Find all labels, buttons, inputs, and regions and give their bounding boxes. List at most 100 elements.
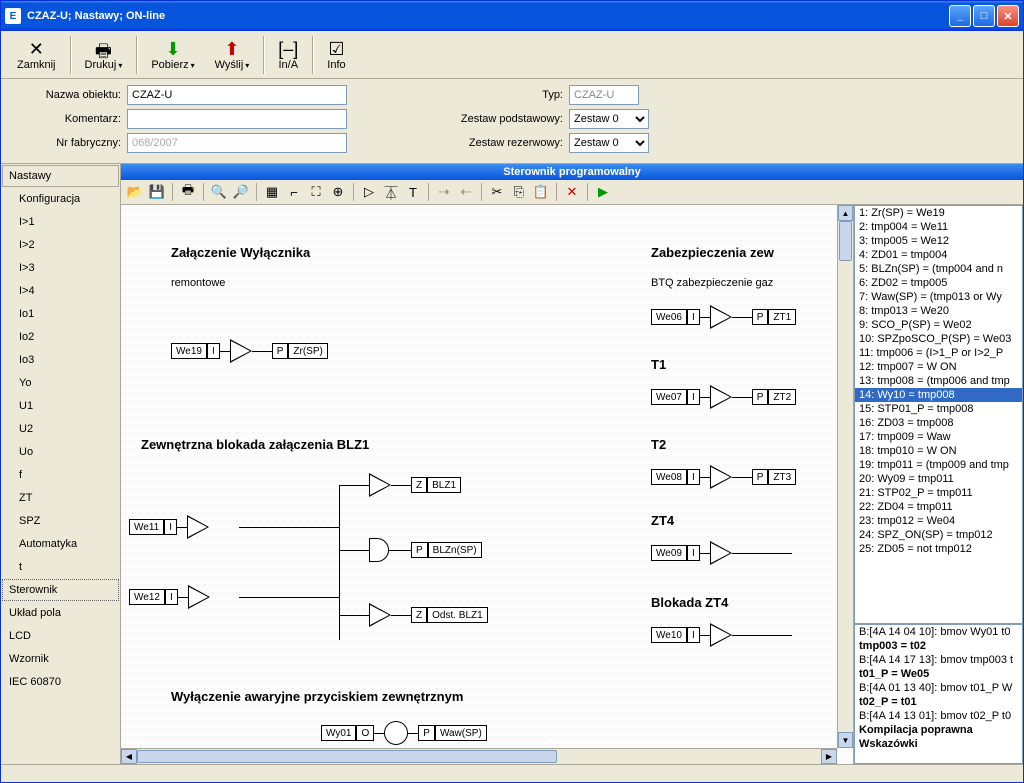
sidebar-category[interactable]: IEC 60870 [2, 671, 119, 693]
save-icon[interactable]: 💾 [147, 182, 167, 202]
sidebar-category[interactable]: Wzornik [2, 648, 119, 670]
gate-buffer[interactable] [369, 603, 391, 627]
scroll-right-icon[interactable]: ▶ [821, 749, 837, 764]
scroll-down-icon[interactable]: ▼ [838, 732, 853, 748]
block-we09[interactable]: We09I [651, 541, 792, 565]
zoom2-icon[interactable]: ⊕ [328, 182, 348, 202]
sidebar-item[interactable]: SPZ [2, 510, 119, 532]
out-blznsp[interactable]: PBLZn(SP) [411, 542, 482, 558]
link-icon[interactable]: ⇢ [434, 182, 454, 202]
maximize-button[interactable]: □ [973, 5, 995, 27]
block-we12[interactable]: We12I [129, 585, 210, 609]
code-line[interactable]: 21: STP02_P = tmp011 [855, 486, 1022, 500]
komentarz-input[interactable] [127, 109, 347, 129]
preview-icon[interactable]: 🔍 [209, 182, 229, 202]
sidebar-category[interactable]: Sterownik [2, 579, 119, 601]
unlink-icon[interactable]: ⇠ [456, 182, 476, 202]
code-line[interactable]: 5: BLZn(SP) = (tmp004 and n [855, 262, 1022, 276]
cut-icon[interactable]: ✂ [487, 182, 507, 202]
delete-icon[interactable]: ✕ [562, 182, 582, 202]
zp-select[interactable]: Zestaw 0 [569, 109, 649, 129]
block-wy01[interactable]: Wy01O PWaw(SP) [321, 721, 487, 745]
toolbar-pobierz[interactable]: ⬇Pobierz▾ [141, 33, 204, 77]
code-line[interactable]: 18: tmp010 = W ON [855, 444, 1022, 458]
scroll-thumb[interactable] [839, 221, 852, 261]
code-line[interactable]: 15: STP01_P = tmp008 [855, 402, 1022, 416]
block-we19[interactable]: We19I PZr(SP) [171, 339, 328, 363]
diagram-canvas[interactable]: Załączenie Wyłącznika remontowe Zabezpie… [121, 205, 837, 748]
zr-select[interactable]: Zestaw 0 [569, 133, 649, 153]
sidebar-item[interactable]: I>2 [2, 234, 119, 256]
play-icon[interactable]: ▷ [359, 182, 379, 202]
sidebar-item[interactable]: Yo [2, 372, 119, 394]
code-line[interactable]: 19: tmp011 = (tmp009 and tmp [855, 458, 1022, 472]
block-we08[interactable]: We08I PZT3 [651, 465, 796, 489]
code-line[interactable]: 14: Wy10 = tmp008 [855, 388, 1022, 402]
code-line[interactable]: 24: SPZ_ON(SP) = tmp012 [855, 528, 1022, 542]
code-line[interactable]: 13: tmp008 = (tmp006 and tmp [855, 374, 1022, 388]
sidebar-item[interactable]: Automatyka [2, 533, 119, 555]
sidebar-item[interactable]: I>3 [2, 257, 119, 279]
sidebar-head[interactable]: Nastawy [2, 165, 119, 187]
zoom-icon[interactable]: 🔎 [231, 182, 251, 202]
nazwa-input[interactable] [127, 85, 347, 105]
sidebar-item[interactable]: t [2, 556, 119, 578]
snap-icon[interactable]: ⌐ [284, 182, 304, 202]
text-icon[interactable]: T [403, 182, 423, 202]
sidebar-category[interactable]: Układ pola [2, 602, 119, 624]
code-line[interactable]: 2: tmp004 = We11 [855, 220, 1022, 234]
toolbar-zamknij[interactable]: ✕Zamknij [7, 33, 66, 77]
code-line[interactable]: 10: SPZpoSCO_P(SP) = We03 [855, 332, 1022, 346]
sidebar-item[interactable]: f [2, 464, 119, 486]
open-icon[interactable]: 📂 [125, 182, 145, 202]
sidebar-item[interactable]: Uo [2, 441, 119, 463]
print-icon[interactable]: 🖶 [178, 182, 198, 202]
scroll-up-icon[interactable]: ▲ [838, 205, 853, 221]
minimize-button[interactable]: _ [949, 5, 971, 27]
code-line[interactable]: 8: tmp013 = We20 [855, 304, 1022, 318]
out-odstblz1[interactable]: ZOdst. BLZ1 [411, 607, 488, 623]
code-line[interactable]: 20: Wy09 = tmp011 [855, 472, 1022, 486]
fit-icon[interactable]: ⛶ [306, 182, 326, 202]
code-line[interactable]: 7: Waw(SP) = (tmp013 or Wy [855, 290, 1022, 304]
sidebar-item[interactable]: Io2 [2, 326, 119, 348]
gate-buffer[interactable] [369, 473, 391, 497]
close-button[interactable]: ✕ [997, 5, 1019, 27]
code-line[interactable]: 16: ZD03 = tmp008 [855, 416, 1022, 430]
sidebar-item[interactable]: ZT [2, 487, 119, 509]
toolbar-wyslij[interactable]: ⬆Wyślij▾ [205, 33, 260, 77]
run-icon[interactable]: ▶ [593, 182, 613, 202]
code-line[interactable]: 9: SCO_P(SP) = We02 [855, 318, 1022, 332]
code-line[interactable]: 4: ZD01 = tmp004 [855, 248, 1022, 262]
out-blz1[interactable]: ZBLZ1 [411, 477, 461, 493]
code-line[interactable]: 12: tmp007 = W ON [855, 360, 1022, 374]
log-list[interactable]: B:[4A 14 04 10]: bmov Wy01 t0tmp003 = t0… [854, 624, 1023, 764]
horizontal-scrollbar[interactable]: ◀ ▶ [121, 748, 837, 764]
sidebar-item[interactable]: Io1 [2, 303, 119, 325]
sidebar-item[interactable]: I>1 [2, 211, 119, 233]
block-we11[interactable]: We11I [129, 515, 209, 539]
block-we06[interactable]: We06I PZT1 [651, 305, 796, 329]
sidebar-item[interactable]: Io3 [2, 349, 119, 371]
sidebar-item[interactable]: U1 [2, 395, 119, 417]
toolbar-drukuj[interactable]: 🖶Drukuj▾ [75, 33, 133, 77]
code-line[interactable]: 22: ZD04 = tmp011 [855, 500, 1022, 514]
code-line[interactable]: 3: tmp005 = We12 [855, 234, 1022, 248]
toolbar-ina[interactable]: [–]In/A [268, 33, 308, 77]
gate-and[interactable] [369, 538, 389, 562]
code-line[interactable]: 25: ZD05 = not tmp012 [855, 542, 1022, 556]
sidebar-item[interactable]: Konfiguracja [2, 188, 119, 210]
code-list[interactable]: 1: Zr(SP) = We192: tmp004 = We113: tmp00… [854, 205, 1023, 624]
toolbar-info[interactable]: ☑Info [317, 33, 355, 77]
copy-icon[interactable]: ⎘ [509, 182, 529, 202]
sidebar-category[interactable]: LCD [2, 625, 119, 647]
code-line[interactable]: 23: tmp012 = We04 [855, 514, 1022, 528]
code-line[interactable]: 11: tmp006 = (I>1_P or I>2_P [855, 346, 1022, 360]
sidebar-item[interactable]: I>4 [2, 280, 119, 302]
sidebar-item[interactable]: U2 [2, 418, 119, 440]
block-we10[interactable]: We10I [651, 623, 792, 647]
tool-a-icon[interactable]: ⏄ [381, 182, 401, 202]
grid-icon[interactable]: ▦ [262, 182, 282, 202]
block-we07[interactable]: We07I PZT2 [651, 385, 796, 409]
paste-icon[interactable]: 📋 [531, 182, 551, 202]
